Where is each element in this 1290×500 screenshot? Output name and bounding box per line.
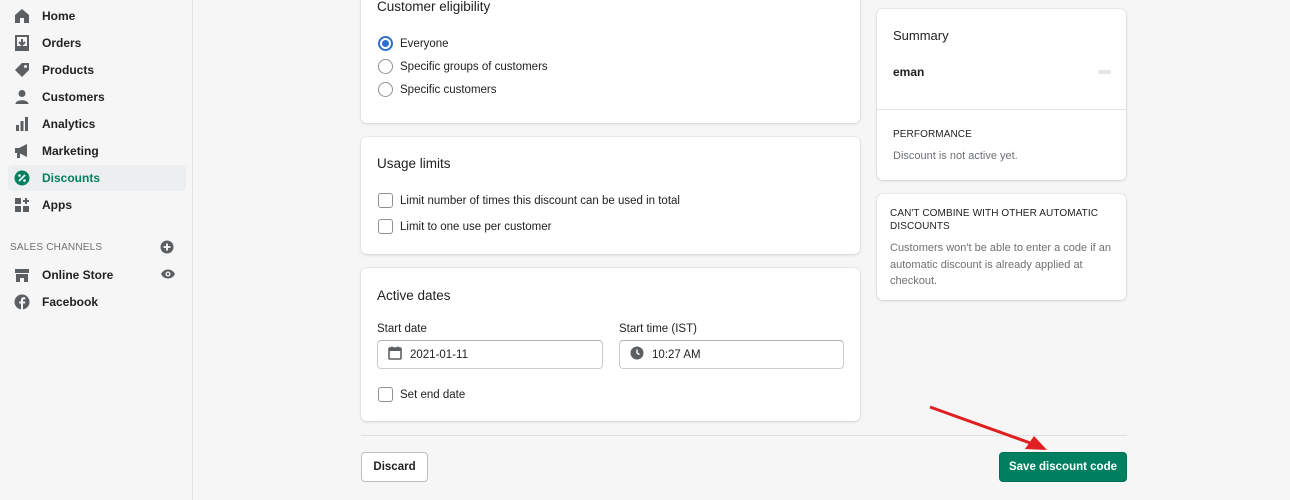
store-icon — [13, 266, 31, 284]
combine-info-card: CAN'T COMBINE WITH OTHER AUTOMATIC DISCO… — [877, 194, 1126, 300]
discard-button[interactable]: Discard — [361, 452, 428, 482]
orders-icon — [13, 34, 31, 52]
sidebar-item-label: Analytics — [42, 117, 96, 131]
option-label: Limit number of times this discount can … — [400, 194, 680, 207]
checkbox-limit-per-customer[interactable]: Limit to one use per customer — [378, 219, 552, 234]
card-title: Active dates — [377, 288, 451, 303]
apps-icon — [13, 196, 31, 214]
sidebar-item-home[interactable]: Home — [8, 3, 186, 29]
bar-chart-icon — [13, 115, 31, 133]
sidebar-item-apps[interactable]: Apps — [8, 192, 186, 218]
sidebar-item-label: Orders — [42, 36, 82, 50]
eye-icon[interactable] — [160, 267, 176, 281]
performance-title: PERFORMANCE — [893, 129, 972, 140]
radio-everyone[interactable]: Everyone — [378, 36, 449, 51]
radio-button[interactable] — [378, 59, 393, 74]
sidebar-item-label: Discounts — [42, 171, 101, 185]
option-label: Specific customers — [400, 83, 497, 96]
sidebar-item-label: Home — [42, 9, 76, 23]
sales-channels-title: SALES CHANNELS — [10, 242, 103, 253]
radio-specific-customers[interactable]: Specific customers — [378, 82, 497, 97]
option-label: Specific groups of customers — [400, 60, 548, 73]
sidebar-item-orders[interactable]: Orders — [8, 30, 186, 56]
start-date-label: Start date — [377, 323, 427, 335]
annotation-arrow-icon — [929, 405, 1047, 450]
usage-limits-card: Usage limits Limit number of times this … — [361, 137, 860, 254]
megaphone-icon — [13, 142, 31, 160]
sidebar-item-customers[interactable]: Customers — [8, 84, 186, 110]
customer-eligibility-card: Customer eligibility Everyone Specific g… — [361, 0, 860, 123]
calendar-icon — [388, 346, 402, 363]
sidebar-item-facebook[interactable]: Facebook — [8, 289, 186, 315]
sidebar-item-label: Customers — [42, 90, 105, 104]
add-channel-icon[interactable] — [160, 240, 174, 254]
sidebar-item-analytics[interactable]: Analytics — [8, 111, 186, 137]
sidebar-item-discounts[interactable]: Discounts — [8, 165, 186, 191]
start-time-field[interactable]: 10:27 AM — [619, 340, 844, 369]
combine-text: Customers won't be able to enter a code … — [890, 242, 1112, 287]
start-date-field[interactable]: 2021-01-11 — [377, 340, 603, 369]
discount-code: eman — [893, 65, 925, 79]
sidebar: Home Orders Products Customers Analytics… — [0, 0, 193, 500]
home-icon — [13, 7, 31, 25]
checkbox[interactable] — [378, 219, 393, 234]
clock-icon — [630, 346, 644, 363]
sidebar-item-label: Apps — [42, 198, 72, 212]
radio-specific-groups[interactable]: Specific groups of customers — [378, 59, 548, 74]
active-dates-card: Active dates Start date 2021-01-11 Start… — [361, 268, 860, 421]
sidebar-item-label: Facebook — [42, 295, 99, 309]
summary-title: Summary — [893, 28, 949, 43]
card-title: Customer eligibility — [377, 0, 491, 14]
person-icon — [13, 88, 31, 106]
status-badge — [1098, 70, 1111, 74]
tag-icon — [13, 61, 31, 79]
summary-card: Summary eman PERFORMANCE Discount is not… — [877, 9, 1126, 180]
sidebar-item-label: Online Store — [42, 268, 114, 282]
checkbox[interactable] — [378, 387, 393, 402]
sidebar-item-label: Products — [42, 63, 95, 77]
option-label: Everyone — [400, 37, 449, 50]
checkbox[interactable] — [378, 193, 393, 208]
checkbox-limit-total[interactable]: Limit number of times this discount can … — [378, 193, 680, 208]
option-label: Set end date — [400, 388, 466, 401]
facebook-icon — [13, 293, 31, 311]
divider — [877, 109, 1126, 110]
card-title: Usage limits — [377, 156, 451, 171]
sidebar-item-marketing[interactable]: Marketing — [8, 138, 186, 164]
sidebar-item-products[interactable]: Products — [8, 57, 186, 83]
option-label: Limit to one use per customer — [400, 220, 552, 233]
checkbox-set-end-date[interactable]: Set end date — [378, 387, 465, 402]
start-time-value: 10:27 AM — [652, 348, 701, 361]
start-time-label: Start time (IST) — [619, 323, 697, 335]
combine-title: CAN'T COMBINE WITH OTHER AUTOMATIC DISCO… — [890, 208, 1099, 232]
radio-button-selected[interactable] — [378, 36, 393, 51]
radio-button[interactable] — [378, 82, 393, 97]
start-date-value: 2021-01-11 — [410, 348, 468, 361]
sidebar-item-label: Marketing — [42, 144, 99, 158]
discount-icon — [13, 169, 31, 187]
performance-text: Discount is not active yet. — [893, 150, 1018, 162]
